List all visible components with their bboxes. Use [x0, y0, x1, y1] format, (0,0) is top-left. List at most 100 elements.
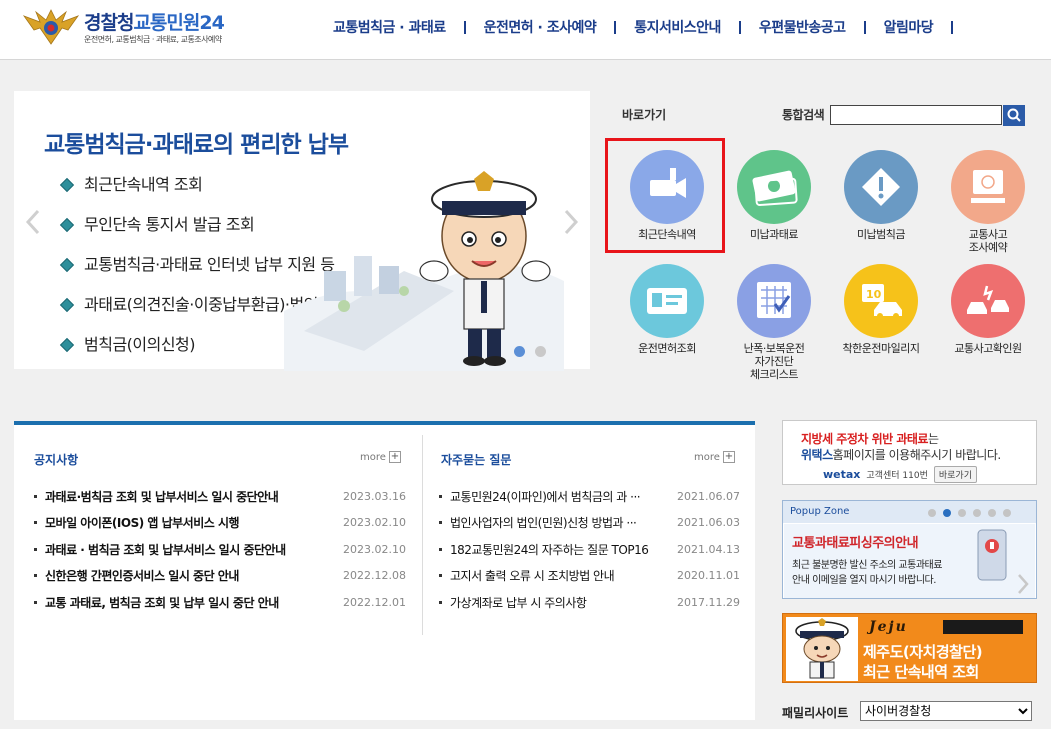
popup-dot[interactable] — [943, 509, 951, 517]
wetax-go-button[interactable]: 바로가기 — [933, 466, 977, 483]
redacted-block — [943, 620, 1023, 634]
notice-list: 과태료·범칙금 조회 및 납부서비스 일시 중단안내 2023.03.16 모바일… — [34, 483, 406, 616]
nav-separator — [951, 20, 954, 34]
jeju-brand: Jeju — [869, 619, 908, 635]
bullet-icon — [34, 494, 37, 498]
quick-link-good-driving-mileage[interactable]: 10 착한운전마일리지 — [826, 254, 936, 372]
logo-subtitle: 운전면허, 교통범칙금 · 과태료, 교통조사예약 — [84, 35, 222, 44]
notice-list-item[interactable]: 교통 과태료, 범칙금 조회 및 납부 일시 중단 안내 2022.12.01 — [34, 589, 406, 616]
wetax-line1: 지방세 주정차 위반 과태료는 — [801, 432, 939, 446]
popup-dot[interactable] — [973, 509, 981, 517]
computer-icon — [951, 150, 1025, 224]
quick-link-unpaid-fine[interactable]: 미납과태료 — [719, 140, 829, 258]
highlight-box — [605, 138, 725, 253]
police-mascot-illustration — [284, 171, 564, 371]
nav-notice-board[interactable]: 알림마당 — [866, 17, 952, 37]
nav-returned-mail[interactable]: 우편물반송공고 — [741, 17, 864, 37]
popup-dot[interactable] — [988, 509, 996, 517]
quick-link-license-lookup[interactable]: 운전면허조회 — [612, 254, 722, 372]
popup-dot[interactable] — [928, 509, 936, 517]
popup-header: Popup Zone — [783, 501, 1036, 523]
popup-slide[interactable]: 교통과태료피싱주의안내 최근 불분명한 발신 주소의 교통과태료 안내 이메일을… — [784, 524, 1035, 598]
faq-list-item[interactable]: 고지서 출력 오류 시 조치방법 안내 2020.11.01 — [439, 563, 740, 590]
popup-pagination — [928, 509, 1011, 517]
faq-more-button[interactable]: more + — [694, 451, 735, 463]
diamond-bullet-icon — [59, 177, 75, 193]
popup-next-arrow-icon[interactable] — [1016, 572, 1030, 596]
faq-title[interactable]: 자주묻는 질문 — [441, 451, 511, 468]
bullet-icon — [34, 547, 37, 551]
popup-sub-text: 안내 이메일을 열지 마시기 바랍니다. — [792, 575, 936, 586]
money-icon — [737, 150, 811, 224]
site-header: 경찰청교통민원24 운전면허, 교통범칙금 · 과태료, 교통조사예약 교통범칙… — [0, 0, 1051, 60]
popup-main-text: 교통과태료피싱주의안내 — [792, 536, 919, 551]
jeju-banner[interactable]: Jeju 제주도(자치경찰단) 최근 단속내역 조회 — [782, 613, 1037, 683]
quick-link-accident-appointment[interactable]: 교통사고 조사예약 — [933, 140, 1043, 258]
notice-more-button[interactable]: more + — [360, 451, 401, 463]
nav-fines[interactable]: 교통범칙금 · 과태료 — [315, 17, 464, 37]
police-mascot-icon — [786, 617, 858, 681]
bullet-icon — [439, 494, 442, 498]
quick-link-reckless-checklist[interactable]: 난폭·보복운전 자가진단 체크리스트 — [719, 254, 829, 381]
quick-links-label: 바로가기 — [622, 108, 667, 122]
svg-text:10: 10 — [866, 288, 882, 301]
popup-dot[interactable] — [958, 509, 966, 517]
banner-dot[interactable] — [514, 346, 525, 357]
logo-title: 경찰청교통민원24 — [84, 12, 225, 34]
nav-license[interactable]: 운전면허 · 조사예약 — [466, 17, 615, 37]
main-banner: 교통범칙금·과태료의 편리한 납부 최근단속내역 조회 무인단속 통지서 발급 … — [14, 91, 590, 371]
license-card-icon — [630, 264, 704, 338]
banner-dot[interactable] — [535, 346, 546, 357]
wetax-footer: wetax 고객센터 110번 바로가기 — [823, 466, 977, 483]
notice-list-item[interactable]: 과태료 · 범칙금 조회 및 납부서비스 일시 중단안내 2023.02.10 — [34, 536, 406, 563]
faq-list-item[interactable]: 가상계좌로 납부 시 주의사항 2017.11.29 — [439, 589, 740, 616]
phishing-phone-icon — [977, 529, 1007, 581]
popup-title: Popup Zone — [790, 506, 850, 517]
plus-icon: + — [388, 451, 401, 463]
notice-list-item[interactable]: 과태료·범칙금 조회 및 납부서비스 일시 중단안내 2023.03.16 — [34, 483, 406, 510]
site-logo[interactable]: 경찰청교통민원24 운전면허, 교통범칙금 · 과태료, 교통조사예약 — [22, 6, 262, 54]
banner-title: 교통범칙금·과태료의 편리한 납부 — [44, 132, 349, 158]
bullet-icon — [439, 521, 442, 525]
banner-pagination — [514, 346, 546, 357]
bullet-icon — [34, 521, 37, 525]
notice-list-item[interactable]: 모바일 아이폰(IOS) 앱 납부서비스 시행 2023.02.10 — [34, 510, 406, 537]
wetax-logo: wetax — [823, 468, 861, 481]
faq-list-item[interactable]: 법인사업자의 법인(민원)신청 방법과 ··· 2021.06.03 — [439, 510, 740, 537]
search-icon — [1007, 108, 1021, 122]
wetax-banner[interactable]: 지방세 주정차 위반 과태료는 위택스홈페이지를 이용해주시기 바랍니다. we… — [782, 420, 1037, 485]
jeju-line1: 제주도(자치경찰단) — [863, 643, 983, 661]
quick-link-accident-certificate[interactable]: 교통사고확인원 — [933, 254, 1043, 372]
banner-prev-arrow-icon[interactable] — [22, 207, 44, 237]
notice-list-item[interactable]: 신한은행 간편인증서비스 일시 중단 안내 2022.12.08 — [34, 563, 406, 590]
bullet-icon — [439, 600, 442, 604]
family-site-label: 패밀리사이트 — [782, 706, 849, 720]
bullet-icon — [34, 574, 37, 578]
plus-icon: + — [722, 451, 735, 463]
notice-title[interactable]: 공지사항 — [34, 451, 78, 468]
search-button[interactable] — [1003, 105, 1025, 126]
popup-zone: Popup Zone 교통과태료피싱주의안내 최근 불분명한 발신 주소의 교통… — [782, 500, 1037, 599]
popup-dot[interactable] — [1003, 509, 1011, 517]
warning-icon — [844, 150, 918, 224]
bullet-icon — [34, 600, 37, 604]
wetax-line2: 위택스홈페이지를 이용해주시기 바랍니다. — [801, 448, 1001, 462]
nav-notify-service[interactable]: 통지서비스안내 — [616, 17, 739, 37]
car-crash-icon — [951, 264, 1025, 338]
bullet-icon — [439, 547, 442, 551]
diamond-bullet-icon — [59, 257, 75, 273]
diamond-bullet-icon — [59, 217, 75, 233]
wetax-center: 고객센터 110번 — [866, 471, 928, 481]
search-input[interactable] — [830, 105, 1002, 125]
banner-next-arrow-icon[interactable] — [560, 207, 582, 237]
faq-list-item[interactable]: 교통민원24(이파인)에서 범칙금의 과 ··· 2021.06.07 — [439, 483, 740, 510]
faq-list: 교통민원24(이파인)에서 범칙금의 과 ··· 2021.06.07 법인사업자… — [439, 483, 740, 616]
popup-sub-text: 최근 불분명한 발신 주소의 교통과태료 — [792, 560, 942, 571]
quick-link-unpaid-penalty[interactable]: 미납범칙금 — [826, 140, 936, 258]
main-nav: 교통범칙금 · 과태료 운전면허 · 조사예약 통지서비스안내 우편물반송공고 … — [315, 16, 954, 38]
faq-list-item[interactable]: 182교통민원24의 자주하는 질문 TOP16 2021.04.13 — [439, 536, 740, 563]
search-label: 통합검색 — [782, 108, 825, 122]
diamond-bullet-icon — [59, 337, 75, 353]
family-site-select[interactable]: 사이버경찰청 — [860, 701, 1032, 721]
checklist-icon — [737, 264, 811, 338]
